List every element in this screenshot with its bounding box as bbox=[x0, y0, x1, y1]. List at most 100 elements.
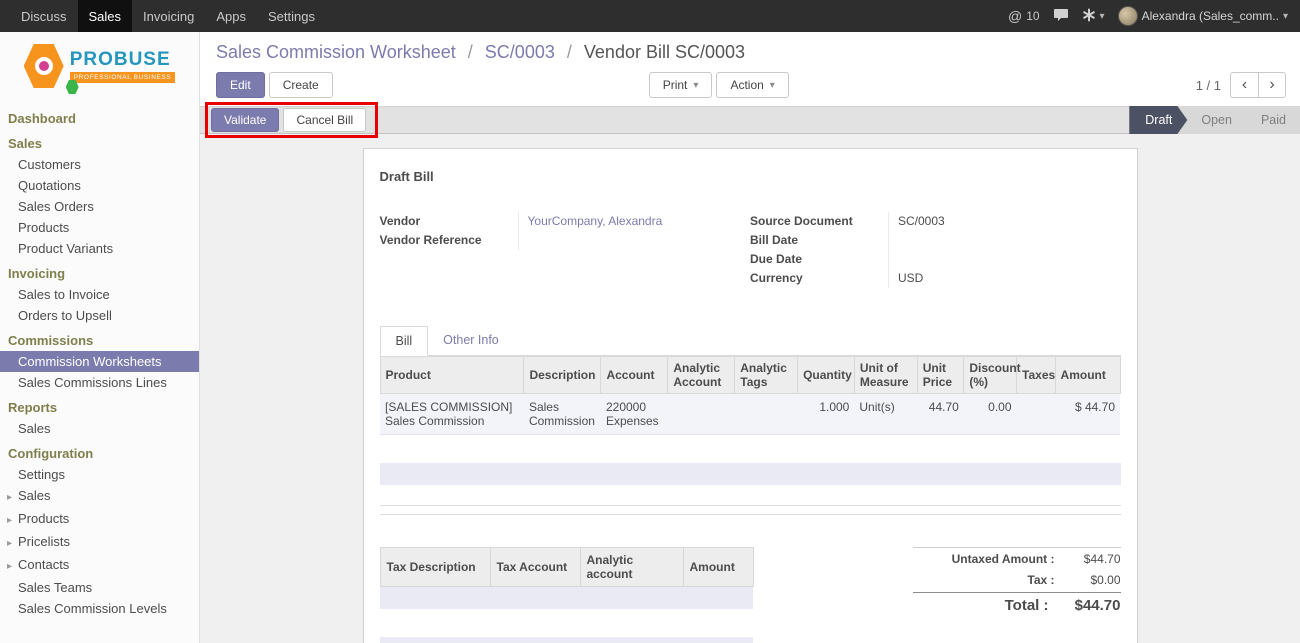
bill-date-value bbox=[888, 231, 1121, 250]
totals: Untaxed Amount : $44.70 Tax : $0.00 Tota… bbox=[913, 547, 1121, 643]
total-value: $44.70 bbox=[1049, 597, 1121, 614]
column-header-taxes: Taxes bbox=[1017, 357, 1056, 394]
column-header-unit-price: Unit Price bbox=[917, 357, 964, 394]
logo-subtitle: PROFESSIONAL BUSINESS bbox=[70, 72, 176, 83]
vendor-label: Vendor bbox=[380, 212, 518, 231]
sidebar-item-products[interactable]: Products bbox=[0, 217, 199, 238]
print-dropdown[interactable]: Print▾ bbox=[649, 72, 713, 98]
cell-analytic-account bbox=[668, 394, 735, 435]
tax-row: Tax : $0.00 bbox=[913, 569, 1121, 590]
user-menu[interactable]: Alexandra (Sales_comm.. ▾ bbox=[1118, 6, 1288, 26]
cell-taxes bbox=[1017, 394, 1056, 435]
caret-down-icon: ▾ bbox=[1283, 11, 1288, 22]
mention-counter[interactable]: @ 10 bbox=[1008, 8, 1040, 24]
column-header-analytic-tags: Analytic Tags bbox=[735, 357, 798, 394]
sidebar-heading-configuration[interactable]: Configuration bbox=[0, 439, 199, 464]
column-header-analytic-account: Analytic Account bbox=[668, 357, 735, 394]
edit-button[interactable]: Edit bbox=[216, 72, 265, 98]
logo-title: PROBUSE bbox=[70, 49, 176, 71]
caret-right-icon: ▸ bbox=[7, 513, 18, 528]
caret-down-icon: ▾ bbox=[1100, 11, 1105, 22]
sidebar-item-commission-worksheets[interactable]: Commission Worksheets bbox=[0, 351, 199, 372]
sidebar-item-config-sales[interactable]: ▸Sales bbox=[0, 485, 199, 508]
invoice-line-row[interactable]: [SALES COMMISSION] Sales Commission Sale… bbox=[380, 394, 1120, 435]
cancel-bill-button[interactable]: Cancel Bill bbox=[283, 108, 366, 132]
messages-button[interactable] bbox=[1053, 8, 1069, 25]
sidebar-heading-dashboard[interactable]: Dashboard bbox=[0, 104, 199, 129]
tab-other-info[interactable]: Other Info bbox=[428, 326, 514, 355]
sidebar-item-pricelists[interactable]: ▸Pricelists bbox=[0, 531, 199, 554]
sidebar-item-sales-commission-levels[interactable]: Sales Commission Levels bbox=[0, 598, 199, 619]
due-date-value bbox=[888, 250, 1121, 269]
control-panel: Sales Commission Worksheet / SC/0003 / V… bbox=[200, 32, 1300, 106]
sidebar-item-quotations[interactable]: Quotations bbox=[0, 175, 199, 196]
caret-down-icon: ▾ bbox=[770, 80, 775, 91]
debug-icon bbox=[1082, 8, 1096, 25]
sidebar-item-config-products[interactable]: ▸Products bbox=[0, 508, 199, 531]
empty-list-band bbox=[380, 463, 1121, 485]
tab-bill[interactable]: Bill bbox=[380, 326, 429, 356]
untaxed-amount-label: Untaxed Amount : bbox=[913, 552, 1055, 566]
validate-button[interactable]: Validate bbox=[211, 108, 279, 132]
app-menu-sales[interactable]: Sales bbox=[78, 0, 133, 32]
messages-icon bbox=[1053, 8, 1069, 25]
vendor-link[interactable]: YourCompany, Alexandra bbox=[528, 214, 663, 228]
sidebar-heading-reports[interactable]: Reports bbox=[0, 393, 199, 418]
column-header-unit-of-measure: Unit of Measure bbox=[854, 357, 917, 394]
sidebar-heading-sales[interactable]: Sales bbox=[0, 129, 199, 154]
logo-hexagon-icon bbox=[24, 44, 64, 88]
chevron-right-icon: › bbox=[1269, 76, 1274, 94]
form-view: Draft Bill Vendor YourCompany, Alexandra… bbox=[200, 134, 1300, 643]
breadcrumb-record-link[interactable]: SC/0003 bbox=[485, 42, 555, 62]
sidebar-item-label: Products bbox=[18, 511, 69, 526]
untaxed-amount-value: $44.70 bbox=[1055, 552, 1121, 566]
cell-account: 220000 Expenses bbox=[601, 394, 668, 435]
print-label: Print bbox=[663, 78, 688, 92]
sidebar-heading-invoicing[interactable]: Invoicing bbox=[0, 259, 199, 284]
divider bbox=[380, 505, 1121, 506]
annotation-box: Validate Cancel Bill bbox=[205, 102, 378, 138]
currency-value: USD bbox=[888, 269, 1121, 288]
sidebar-item-sales-teams[interactable]: Sales Teams bbox=[0, 577, 199, 598]
field-groups: Vendor YourCompany, Alexandra Vendor Ref… bbox=[380, 212, 1121, 288]
sidebar-item-reports-sales[interactable]: Sales bbox=[0, 418, 199, 439]
sidebar-heading-commissions[interactable]: Commissions bbox=[0, 326, 199, 351]
header-actions: Edit Create Print▾ Action▾ 1 / 1 ‹ › bbox=[216, 72, 1286, 98]
sidebar-item-sales-orders[interactable]: Sales Orders bbox=[0, 196, 199, 217]
app-menu-settings[interactable]: Settings bbox=[257, 0, 326, 32]
column-header-tax-amount: Amount bbox=[683, 548, 753, 587]
column-header-tax-account: Tax Account bbox=[490, 548, 580, 587]
sidebar-item-sales-to-invoice[interactable]: Sales to Invoice bbox=[0, 284, 199, 305]
breadcrumb-current: Vendor Bill SC/0003 bbox=[584, 42, 745, 62]
statusbar: Validate Cancel Bill Draft Open Paid bbox=[200, 106, 1300, 134]
debug-menu[interactable]: ▾ bbox=[1082, 8, 1105, 25]
secondary-menu: Dashboard Sales Customers Quotations Sal… bbox=[0, 104, 199, 619]
create-button[interactable]: Create bbox=[269, 72, 333, 98]
vendor-reference-value bbox=[518, 231, 751, 250]
bottom-section: Tax Description Tax Account Analytic acc… bbox=[380, 547, 1121, 643]
app-menu-discuss[interactable]: Discuss bbox=[10, 0, 78, 32]
cell-unit-of-measure: Unit(s) bbox=[854, 394, 917, 435]
total-row: Total : $44.70 bbox=[913, 592, 1121, 617]
app-menu-invoicing[interactable]: Invoicing bbox=[132, 0, 205, 32]
avatar bbox=[1118, 6, 1138, 26]
sidebar-item-customers[interactable]: Customers bbox=[0, 154, 199, 175]
action-dropdown[interactable]: Action▾ bbox=[716, 72, 788, 98]
tax-table: Tax Description Tax Account Analytic acc… bbox=[380, 547, 754, 609]
breadcrumb-separator: / bbox=[567, 42, 572, 62]
breadcrumb-worksheets-link[interactable]: Sales Commission Worksheet bbox=[216, 42, 456, 62]
untaxed-amount-row: Untaxed Amount : $44.70 bbox=[913, 547, 1121, 569]
sidebar-item-settings[interactable]: Settings bbox=[0, 464, 199, 485]
column-header-amount: Amount bbox=[1055, 357, 1120, 394]
pager-prev-button[interactable]: ‹ bbox=[1230, 72, 1258, 98]
pager-next-button[interactable]: › bbox=[1258, 72, 1286, 98]
sidebar-item-sales-commissions-lines[interactable]: Sales Commissions Lines bbox=[0, 372, 199, 393]
app-menu-apps[interactable]: Apps bbox=[205, 0, 257, 32]
sidebar-item-product-variants[interactable]: Product Variants bbox=[0, 238, 199, 259]
column-header-discount: Discount (%) bbox=[964, 357, 1017, 394]
sidebar-item-orders-to-upsell[interactable]: Orders to Upsell bbox=[0, 305, 199, 326]
cell-unit-price: 44.70 bbox=[917, 394, 964, 435]
chevron-left-icon: ‹ bbox=[1242, 76, 1247, 94]
cell-discount: 0.00 bbox=[964, 394, 1017, 435]
sidebar-item-contacts[interactable]: ▸Contacts bbox=[0, 554, 199, 577]
